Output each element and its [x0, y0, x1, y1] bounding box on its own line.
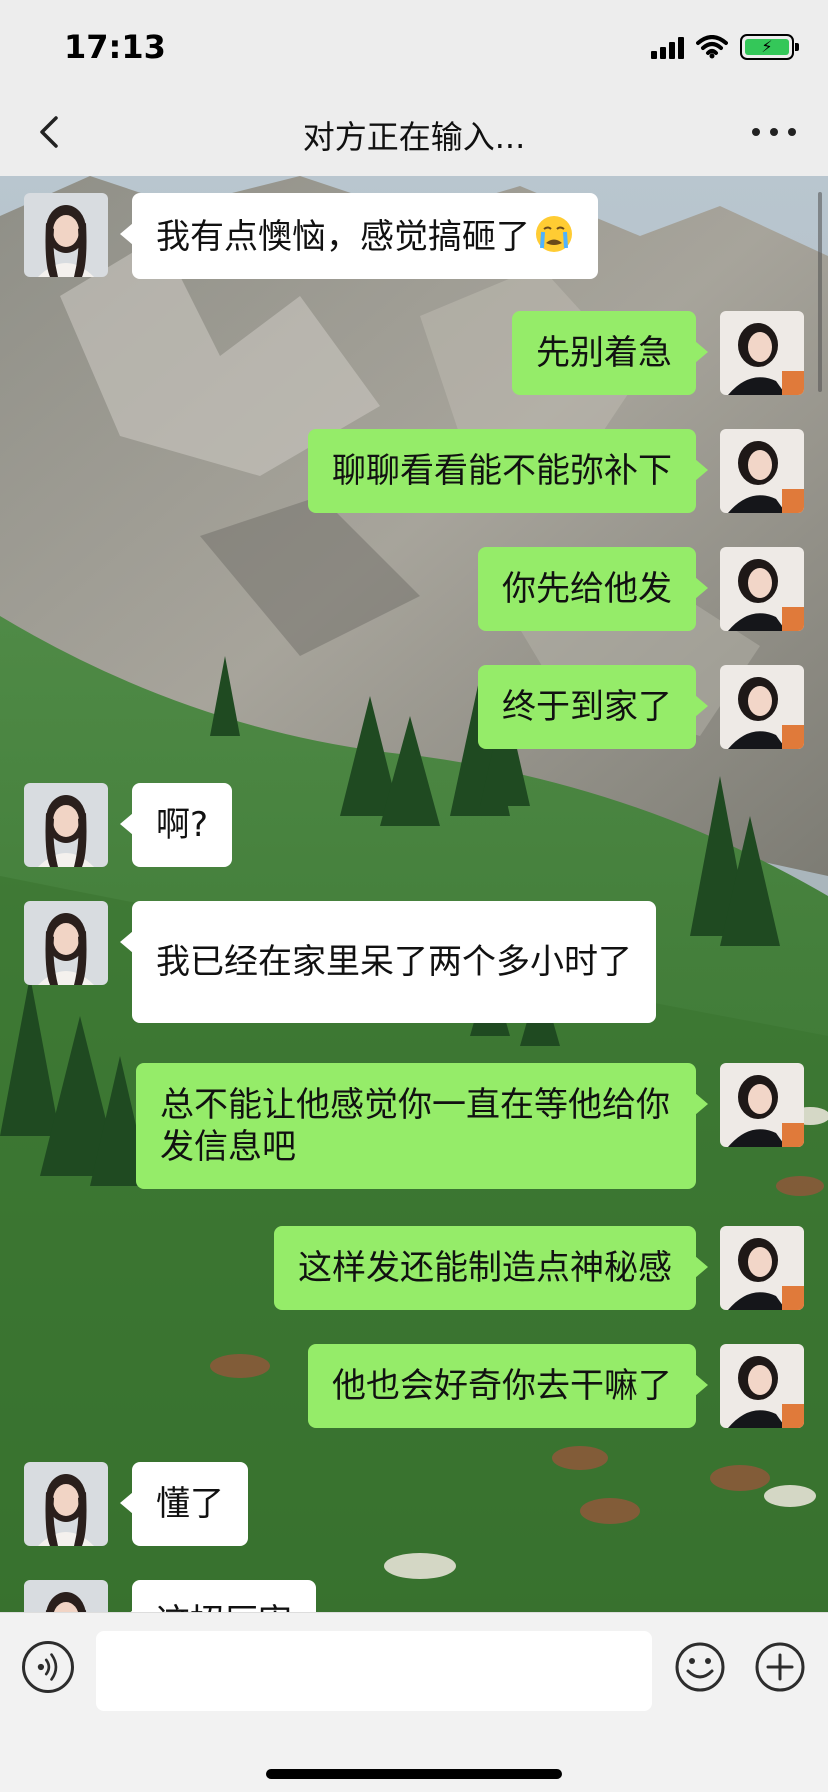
avatar-contact[interactable]: [24, 193, 108, 277]
avatar-self[interactable]: [720, 429, 804, 513]
avatar-self[interactable]: [720, 311, 804, 395]
message-text: 先别着急: [536, 333, 672, 373]
emoji-icon[interactable]: [674, 1641, 726, 1693]
message-text: 总不能让他感觉你一直在等他给你发信息吧: [160, 1085, 670, 1167]
message-text: 他也会好奇你去干嘛了: [332, 1366, 672, 1406]
message-text: 这样发还能制造点神秘感: [298, 1248, 672, 1288]
crying-face-emoji: [536, 216, 572, 252]
avatar-contact[interactable]: [24, 783, 108, 867]
scrollbar[interactable]: [818, 192, 822, 392]
message-input[interactable]: [96, 1631, 652, 1711]
message-text: 我已经在家里呆了两个多小时了: [156, 942, 632, 982]
nav-bar: 对方正在输入...: [0, 96, 828, 176]
message-bubble-outgoing[interactable]: 你先给他发: [478, 547, 708, 631]
message-text: 懂了: [156, 1484, 224, 1524]
message-bubble-outgoing[interactable]: 终于到家了: [478, 665, 708, 749]
signal-icon: [651, 35, 684, 59]
status-time: 17:13: [64, 28, 166, 66]
voice-icon[interactable]: [22, 1641, 74, 1693]
more-dots-icon[interactable]: [752, 114, 796, 150]
chat-area[interactable]: 我有点懊恼，感觉搞砸了 先别着急 聊聊看看能不能弥补下 你先给他发 终于到家了 …: [0, 176, 828, 1612]
avatar-self[interactable]: [720, 665, 804, 749]
message-text: 终于到家了: [502, 687, 672, 727]
home-indicator[interactable]: [266, 1769, 562, 1779]
message-bubble-incoming[interactable]: 我已经在家里呆了两个多小时了: [120, 901, 656, 1023]
message-bubble-outgoing[interactable]: 先别着急: [512, 311, 708, 395]
avatar-self[interactable]: [720, 1344, 804, 1428]
top-bar: 17:13 ⚡ 对方正在输入...: [0, 0, 828, 176]
status-icons: ⚡: [651, 34, 799, 60]
message-bubble-outgoing[interactable]: 总不能让他感觉你一直在等他给你发信息吧: [136, 1063, 708, 1189]
message-text: 我有点懊恼，感觉搞砸了: [156, 217, 530, 257]
message-bubble-incoming[interactable]: 啊?: [119, 783, 233, 867]
wifi-icon: [696, 35, 728, 59]
avatar-contact[interactable]: [24, 1580, 108, 1612]
avatar-self[interactable]: [720, 1063, 804, 1147]
message-bubble-outgoing[interactable]: 聊聊看看能不能弥补下: [308, 429, 708, 513]
message-bubble-incoming[interactable]: 这招厉害: [120, 1580, 316, 1612]
message-bubble-outgoing[interactable]: 这样发还能制造点神秘感: [274, 1226, 708, 1310]
avatar-self[interactable]: [720, 547, 804, 631]
message-text: 这招厉害: [156, 1602, 292, 1612]
battery-icon: ⚡: [740, 34, 799, 60]
avatar-contact[interactable]: [24, 1462, 108, 1546]
message-text: 啊?: [156, 805, 209, 845]
avatar-contact[interactable]: [24, 901, 108, 985]
input-bar: [0, 1612, 828, 1792]
message-text: 你先给他发: [502, 569, 672, 609]
avatar-self[interactable]: [720, 1226, 804, 1310]
chat-title: 对方正在输入...: [302, 118, 526, 156]
plus-icon[interactable]: [754, 1641, 806, 1693]
message-bubble-incoming[interactable]: 懂了: [120, 1462, 248, 1546]
message-bubble-incoming[interactable]: 我有点懊恼，感觉搞砸了: [120, 193, 598, 279]
message-bubble-outgoing[interactable]: 他也会好奇你去干嘛了: [308, 1344, 708, 1428]
message-text: 聊聊看看能不能弥补下: [332, 451, 672, 491]
